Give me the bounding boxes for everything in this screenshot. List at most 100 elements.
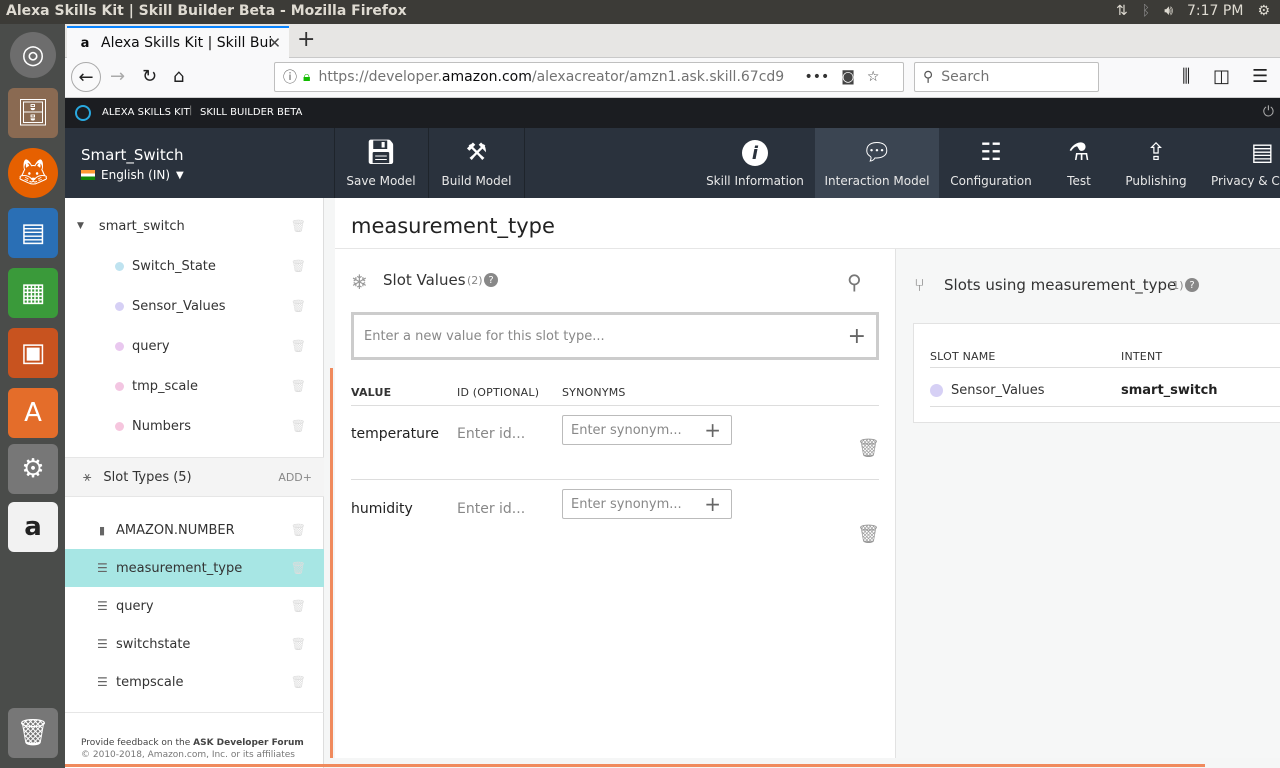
sidebar-slot-item[interactable]: Switch_State 🗑︎ bbox=[65, 247, 324, 285]
slot-value-cell[interactable]: temperature bbox=[351, 426, 439, 442]
impress-icon[interactable]: ▣ bbox=[8, 328, 58, 378]
ubuntu-dash-icon[interactable]: ◎ bbox=[10, 32, 56, 78]
url-bar[interactable]: ⓘ 🔒︎ https://developer.amazon.com/alexac… bbox=[274, 62, 904, 92]
trash-icon[interactable]: 🗑︎ bbox=[291, 419, 306, 433]
volume-icon[interactable]: 🔊︎ bbox=[1164, 3, 1173, 19]
search-input[interactable]: Search bbox=[941, 69, 989, 85]
tab-skill-information[interactable]: i Skill Information bbox=[702, 128, 808, 198]
trash-icon[interactable]: 🗑︎ bbox=[291, 219, 306, 233]
close-tab-icon[interactable]: ✕ bbox=[268, 34, 281, 52]
build-model-button[interactable]: ⚒ Build Model bbox=[429, 128, 524, 198]
sidebar-intent[interactable]: ▼ smart_switch 🗑︎ bbox=[65, 207, 324, 245]
help-icon[interactable]: ? bbox=[484, 273, 498, 287]
writer-icon[interactable]: ▤ bbox=[8, 208, 58, 258]
id-input[interactable]: Enter id... bbox=[457, 501, 525, 517]
add-slot-type-button[interactable]: ADD+ bbox=[278, 471, 312, 484]
locale-selector[interactable]: English (IN) ▼ bbox=[81, 168, 184, 182]
back-icon[interactable]: ← bbox=[71, 62, 101, 92]
search-bar[interactable]: ⚲ Search bbox=[914, 62, 1099, 92]
network-icon[interactable]: ⇅ bbox=[1116, 3, 1128, 19]
add-synonym-icon[interactable]: + bbox=[704, 492, 721, 516]
software-center-icon[interactable]: A bbox=[8, 388, 58, 438]
tab-publishing[interactable]: ⇪ Publishing bbox=[1121, 128, 1191, 198]
sidebar-toggle-icon[interactable]: ◫ bbox=[1213, 66, 1230, 87]
nav-bar: ← → ↻ ⌂ ⓘ 🔒︎ https://developer.amazon.co… bbox=[65, 58, 1280, 98]
id-input[interactable]: Enter id... bbox=[457, 426, 525, 442]
forum-link[interactable]: ASK Developer Forum bbox=[193, 738, 304, 748]
feedback-text: Provide feedback on the ASK Developer Fo… bbox=[81, 738, 304, 748]
trash-icon[interactable]: 🗑︎ bbox=[291, 339, 306, 353]
trash-icon[interactable]: 🗑︎ bbox=[291, 523, 306, 537]
clock[interactable]: 7:17 PM bbox=[1187, 3, 1243, 19]
page-actions-icon[interactable]: ••• bbox=[804, 69, 829, 85]
info-icon[interactable]: ⓘ bbox=[283, 67, 297, 87]
ask-brand[interactable]: ALEXA SKILLS KIT bbox=[102, 107, 190, 118]
add-value-icon[interactable]: + bbox=[848, 324, 866, 349]
new-value-input[interactable]: Enter a new value for this slot type... … bbox=[351, 312, 879, 360]
calc-icon[interactable]: ▦ bbox=[8, 268, 58, 318]
column-id: ID (OPTIONAL) bbox=[457, 386, 540, 399]
slot-type-label: tempscale bbox=[116, 674, 184, 690]
trash-icon[interactable]: 🗑︎ bbox=[291, 379, 306, 393]
settings-icon[interactable]: ⚙ bbox=[1257, 3, 1270, 19]
trash-icon[interactable]: 🗑︎ bbox=[291, 675, 306, 689]
lock-icon: 🔒︎ bbox=[303, 69, 311, 85]
library-icon[interactable]: ⫼ bbox=[1182, 66, 1190, 87]
intent-cell[interactable]: smart_switch bbox=[1121, 383, 1218, 398]
home-icon[interactable]: ⌂ bbox=[173, 66, 184, 87]
caret-down-icon[interactable]: ▼ bbox=[77, 221, 84, 231]
slot-type-label: measurement_type bbox=[116, 560, 243, 576]
trash-icon[interactable]: 🗑︎ bbox=[291, 599, 306, 613]
launcher: ◎ 🗄︎ 🦊︎ ▤ ▦ ▣ A ⚙ a 🗑︎ bbox=[0, 24, 65, 768]
os-top-bar: Alexa Skills Kit | Skill Builder Beta - … bbox=[0, 0, 1280, 24]
sidebar-slot-item[interactable]: tmp_scale 🗑︎ bbox=[65, 367, 324, 405]
slot-color-dot bbox=[930, 383, 943, 397]
trash-icon[interactable]: 🗑︎ bbox=[291, 637, 306, 651]
bookmark-star-icon[interactable]: ☆ bbox=[867, 69, 880, 85]
help-icon[interactable]: ? bbox=[1185, 278, 1199, 292]
search-values-icon[interactable]: ⚲ bbox=[847, 270, 862, 294]
tab-configuration[interactable]: ☷ Configuration bbox=[945, 128, 1037, 198]
files-icon[interactable]: 🗄︎ bbox=[8, 88, 58, 138]
new-tab-icon[interactable]: + bbox=[297, 27, 315, 52]
slot-type-item[interactable]: ▮ AMAZON.NUMBER 🗑︎ bbox=[65, 511, 324, 549]
tab-privacy[interactable]: ▤ Privacy & Co bbox=[1211, 128, 1280, 198]
delete-value-icon[interactable]: 🗑︎ bbox=[857, 524, 880, 545]
system-settings-icon[interactable]: ⚙ bbox=[8, 444, 58, 494]
trash-icon[interactable]: 🗑︎ bbox=[291, 561, 306, 575]
save-model-button[interactable]: 💾︎ Save Model bbox=[335, 128, 427, 198]
menu-icon[interactable]: ☰ bbox=[1252, 66, 1268, 87]
amazon-icon[interactable]: a bbox=[8, 502, 58, 552]
forward-icon[interactable]: → bbox=[110, 66, 125, 87]
url-text[interactable]: https://developer.amazon.com/alexacreato… bbox=[318, 69, 798, 85]
tab-interaction-model[interactable]: 💬︎ Interaction Model bbox=[815, 128, 939, 198]
sidebar-slot-item[interactable]: query 🗑︎ bbox=[65, 327, 324, 365]
firefox-icon[interactable]: 🦊︎ bbox=[8, 148, 58, 198]
sidebar-slot-item[interactable]: Numbers 🗑︎ bbox=[65, 407, 324, 445]
synonym-input[interactable]: Enter synonym... + bbox=[562, 489, 732, 519]
bluetooth-icon[interactable]: ᛒ bbox=[1142, 3, 1150, 19]
tab-test[interactable]: ⚗ Test bbox=[1055, 128, 1103, 198]
pocket-icon[interactable]: ◙ bbox=[841, 69, 855, 85]
slot-value-cell[interactable]: humidity bbox=[351, 501, 413, 517]
chat-bubbles-icon: 💬︎ bbox=[861, 138, 893, 166]
reload-icon[interactable]: ↻ bbox=[142, 66, 157, 87]
trash-icon[interactable]: 🗑︎ bbox=[291, 259, 306, 273]
sidebar-slot-item[interactable]: Sensor_Values 🗑︎ bbox=[65, 287, 324, 325]
trash-icon[interactable]: 🗑︎ bbox=[8, 708, 58, 758]
synonym-input[interactable]: Enter synonym... + bbox=[562, 415, 732, 445]
slot-type-item[interactable]: ☰ tempscale 🗑︎ bbox=[65, 663, 324, 701]
trash-icon[interactable]: 🗑︎ bbox=[291, 299, 306, 313]
slot-name-cell[interactable]: Sensor_Values bbox=[951, 383, 1045, 398]
slot-type-item[interactable]: ☰ measurement_type 🗑︎ bbox=[65, 549, 324, 587]
delete-value-icon[interactable]: 🗑︎ bbox=[857, 438, 880, 459]
add-synonym-icon[interactable]: + bbox=[704, 418, 721, 442]
slot-type-item[interactable]: ☰ query 🗑︎ bbox=[65, 587, 324, 625]
ask-brand-bar: ALEXA SKILLS KIT | SKILL BUILDER BETA ⏻ bbox=[65, 98, 1280, 128]
browser-tab[interactable]: a Alexa Skills Kit | Skill Buil ✕ bbox=[67, 26, 289, 58]
copyright: © 2010-2018, Amazon.com, Inc. or its aff… bbox=[81, 750, 295, 760]
slot-color-dot bbox=[115, 261, 124, 271]
power-icon[interactable]: ⏻ bbox=[1263, 104, 1274, 120]
slot-type-item[interactable]: ☰ switchstate 🗑︎ bbox=[65, 625, 324, 663]
table-row[interactable]: Sensor_Values smart_switch bbox=[930, 378, 1280, 402]
